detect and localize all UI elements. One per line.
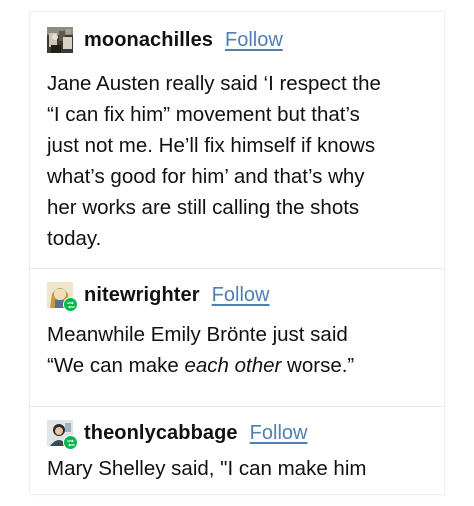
post-body-text: Jane Austen really said ‘I respect the “… <box>47 68 437 254</box>
post-header: nitewrighter Follow <box>47 280 270 312</box>
avatar[interactable] <box>47 420 78 450</box>
post-text-line: “We can make each other worse.” <box>47 350 437 381</box>
avatar[interactable] <box>47 282 78 312</box>
post-text-line: “I can fix him” movement but that’s <box>47 103 360 126</box>
avatar-image-icon <box>47 27 73 53</box>
reblog-badge-icon <box>63 435 78 450</box>
username[interactable]: nitewrighter <box>84 284 200 307</box>
post-header: theonlycabbage Follow <box>47 418 308 450</box>
post-header: moonachilles Follow <box>47 25 283 55</box>
username[interactable]: moonachilles <box>84 29 213 52</box>
post-text-line: Mary Shelley said, "I can make him <box>47 457 367 480</box>
follow-link[interactable]: Follow <box>212 284 270 307</box>
post-text-emphasis: each other <box>184 354 282 377</box>
post-text-segment: worse.” <box>281 354 355 377</box>
post-moonachilles: moonachilles Follow Jane Austen really s… <box>30 12 444 268</box>
post-text-line: just not me. He’ll fix himself if knows <box>47 134 376 157</box>
post-text-line: today. <box>47 227 102 250</box>
post-text-line: Jane Austen really said ‘I respect the <box>47 72 381 95</box>
post-theonlycabbage: theonlycabbage Follow Mary Shelley said,… <box>30 406 444 495</box>
post-text-line: what’s good for him’ and that’s why <box>47 165 365 188</box>
reblog-badge-icon <box>63 297 78 312</box>
post-text-segment: “We can make <box>47 354 185 377</box>
post-body-text: Meanwhile Emily Brönte just said “We can… <box>47 319 437 381</box>
follow-link[interactable]: Follow <box>225 29 283 52</box>
post-thread-card: moonachilles Follow Jane Austen really s… <box>30 12 444 494</box>
screenshot-page: moonachilles Follow Jane Austen really s… <box>0 0 474 506</box>
post-body-text: Mary Shelley said, "I can make him <box>47 453 437 484</box>
post-nitewrighter: nitewrighter Follow Meanwhile Emily Brön… <box>30 268 444 407</box>
post-text-line: Meanwhile Emily Brönte just said <box>47 323 348 346</box>
post-text-line: her works are still calling the shots <box>47 196 360 219</box>
follow-link[interactable]: Follow <box>250 422 308 445</box>
username[interactable]: theonlycabbage <box>84 422 238 445</box>
avatar[interactable] <box>47 27 73 53</box>
